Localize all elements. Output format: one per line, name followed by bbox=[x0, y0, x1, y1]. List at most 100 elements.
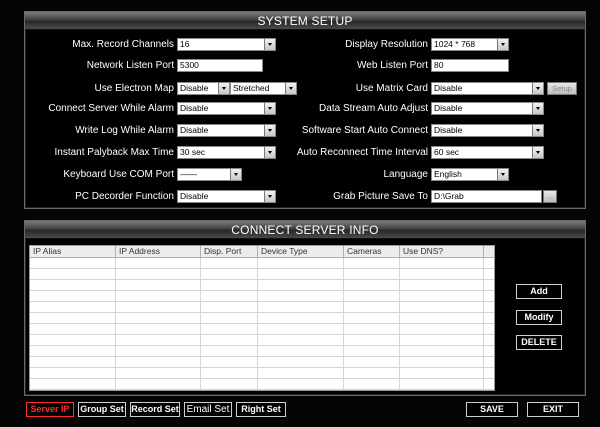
table-cell[interactable] bbox=[344, 368, 400, 379]
column-header[interactable]: Device Type bbox=[258, 246, 344, 258]
table-cell[interactable] bbox=[116, 368, 201, 379]
table-cell[interactable] bbox=[344, 302, 400, 313]
browse-button[interactable]: ... bbox=[543, 190, 557, 203]
table-cell[interactable] bbox=[201, 346, 258, 357]
table-row[interactable] bbox=[30, 346, 494, 357]
table-cell[interactable] bbox=[201, 302, 258, 313]
table-cell[interactable] bbox=[201, 379, 258, 390]
web-listen-port-input[interactable]: 80 bbox=[431, 59, 509, 72]
table-cell[interactable] bbox=[400, 324, 484, 335]
table-row[interactable] bbox=[30, 368, 494, 379]
table-cell[interactable] bbox=[400, 269, 484, 280]
table-row[interactable] bbox=[30, 302, 494, 313]
table-cell[interactable] bbox=[116, 302, 201, 313]
table-cell[interactable] bbox=[30, 346, 116, 357]
table-cell[interactable] bbox=[344, 335, 400, 346]
add-server-button[interactable]: Add bbox=[516, 284, 562, 299]
modify-server-button[interactable]: Modify bbox=[516, 310, 562, 325]
chevron-down-icon[interactable] bbox=[532, 147, 543, 158]
chevron-down-icon[interactable] bbox=[264, 191, 275, 202]
table-cell[interactable] bbox=[400, 379, 484, 390]
table-cell[interactable] bbox=[258, 335, 344, 346]
column-header[interactable]: Cameras bbox=[344, 246, 400, 258]
table-row[interactable] bbox=[30, 269, 494, 280]
table-cell[interactable] bbox=[201, 357, 258, 368]
matrix-setup-button[interactable]: Setup bbox=[547, 82, 577, 95]
column-header[interactable]: Disp. Port bbox=[201, 246, 258, 258]
table-cell[interactable] bbox=[344, 291, 400, 302]
table-cell[interactable] bbox=[30, 324, 116, 335]
table-cell[interactable] bbox=[30, 335, 116, 346]
table-cell[interactable] bbox=[258, 357, 344, 368]
chevron-down-icon[interactable] bbox=[264, 147, 275, 158]
tab-email-set[interactable]: Email Set bbox=[184, 402, 232, 417]
chevron-down-icon[interactable] bbox=[532, 103, 543, 114]
table-cell[interactable] bbox=[258, 346, 344, 357]
table-cell[interactable] bbox=[344, 313, 400, 324]
table-cell[interactable] bbox=[400, 346, 484, 357]
table-cell[interactable] bbox=[116, 313, 201, 324]
chevron-down-icon[interactable] bbox=[497, 169, 508, 180]
table-cell[interactable] bbox=[30, 291, 116, 302]
table-cell[interactable] bbox=[116, 346, 201, 357]
delete-server-button[interactable]: DELETE bbox=[516, 335, 562, 350]
table-body[interactable] bbox=[30, 258, 494, 390]
table-cell[interactable] bbox=[400, 280, 484, 291]
table-cell[interactable] bbox=[258, 280, 344, 291]
table-cell[interactable] bbox=[344, 280, 400, 291]
table-cell[interactable] bbox=[344, 258, 400, 269]
table-cell[interactable] bbox=[30, 313, 116, 324]
chevron-down-icon[interactable] bbox=[218, 83, 229, 94]
table-cell[interactable] bbox=[30, 357, 116, 368]
table-cell[interactable] bbox=[30, 368, 116, 379]
table-cell[interactable] bbox=[400, 291, 484, 302]
table-cell[interactable] bbox=[258, 368, 344, 379]
table-cell[interactable] bbox=[116, 258, 201, 269]
table-cell[interactable] bbox=[201, 291, 258, 302]
save-button[interactable]: SAVE bbox=[466, 402, 518, 417]
table-cell[interactable] bbox=[201, 368, 258, 379]
table-cell[interactable] bbox=[30, 302, 116, 313]
table-cell[interactable] bbox=[400, 357, 484, 368]
table-cell[interactable] bbox=[258, 291, 344, 302]
data-stream-auto-adjust-select[interactable]: Disable bbox=[431, 102, 544, 115]
display-resolution-select[interactable]: 1024 * 768 bbox=[431, 38, 509, 51]
table-cell[interactable] bbox=[344, 269, 400, 280]
table-cell[interactable] bbox=[116, 269, 201, 280]
table-cell[interactable] bbox=[30, 269, 116, 280]
table-cell[interactable] bbox=[116, 324, 201, 335]
table-cell[interactable] bbox=[201, 280, 258, 291]
table-cell[interactable] bbox=[201, 258, 258, 269]
table-cell[interactable] bbox=[201, 335, 258, 346]
table-row[interactable] bbox=[30, 280, 494, 291]
table-row[interactable] bbox=[30, 335, 494, 346]
table-cell[interactable] bbox=[344, 346, 400, 357]
language-select[interactable]: English bbox=[431, 168, 509, 181]
auto-reconnect-interval-select[interactable]: 60 sec bbox=[431, 146, 544, 159]
table-cell[interactable] bbox=[400, 368, 484, 379]
table-row[interactable] bbox=[30, 258, 494, 269]
chevron-down-icon[interactable] bbox=[532, 125, 543, 136]
table-cell[interactable] bbox=[344, 324, 400, 335]
chevron-down-icon[interactable] bbox=[230, 169, 241, 180]
table-cell[interactable] bbox=[201, 269, 258, 280]
tab-server-ip[interactable]: Server IP bbox=[26, 402, 74, 417]
exit-button[interactable]: EXIT bbox=[527, 402, 579, 417]
table-cell[interactable] bbox=[258, 269, 344, 280]
tab-right-set[interactable]: Right Set bbox=[236, 402, 286, 417]
table-cell[interactable] bbox=[201, 313, 258, 324]
table-cell[interactable] bbox=[116, 280, 201, 291]
table-cell[interactable] bbox=[258, 302, 344, 313]
table-cell[interactable] bbox=[201, 324, 258, 335]
instant-playback-max-time-select[interactable]: 30 sec bbox=[177, 146, 276, 159]
column-header[interactable]: IP Address bbox=[116, 246, 201, 258]
table-cell[interactable] bbox=[30, 379, 116, 390]
table-cell[interactable] bbox=[258, 379, 344, 390]
table-cell[interactable] bbox=[400, 302, 484, 313]
server-table[interactable]: IP Alias IP Address Disp. Port Device Ty… bbox=[29, 245, 495, 391]
table-row[interactable] bbox=[30, 313, 494, 324]
table-row[interactable] bbox=[30, 357, 494, 368]
use-matrix-card-select[interactable]: Disable bbox=[431, 82, 544, 95]
max-record-channels-select[interactable]: 16 bbox=[177, 38, 276, 51]
table-cell[interactable] bbox=[258, 324, 344, 335]
